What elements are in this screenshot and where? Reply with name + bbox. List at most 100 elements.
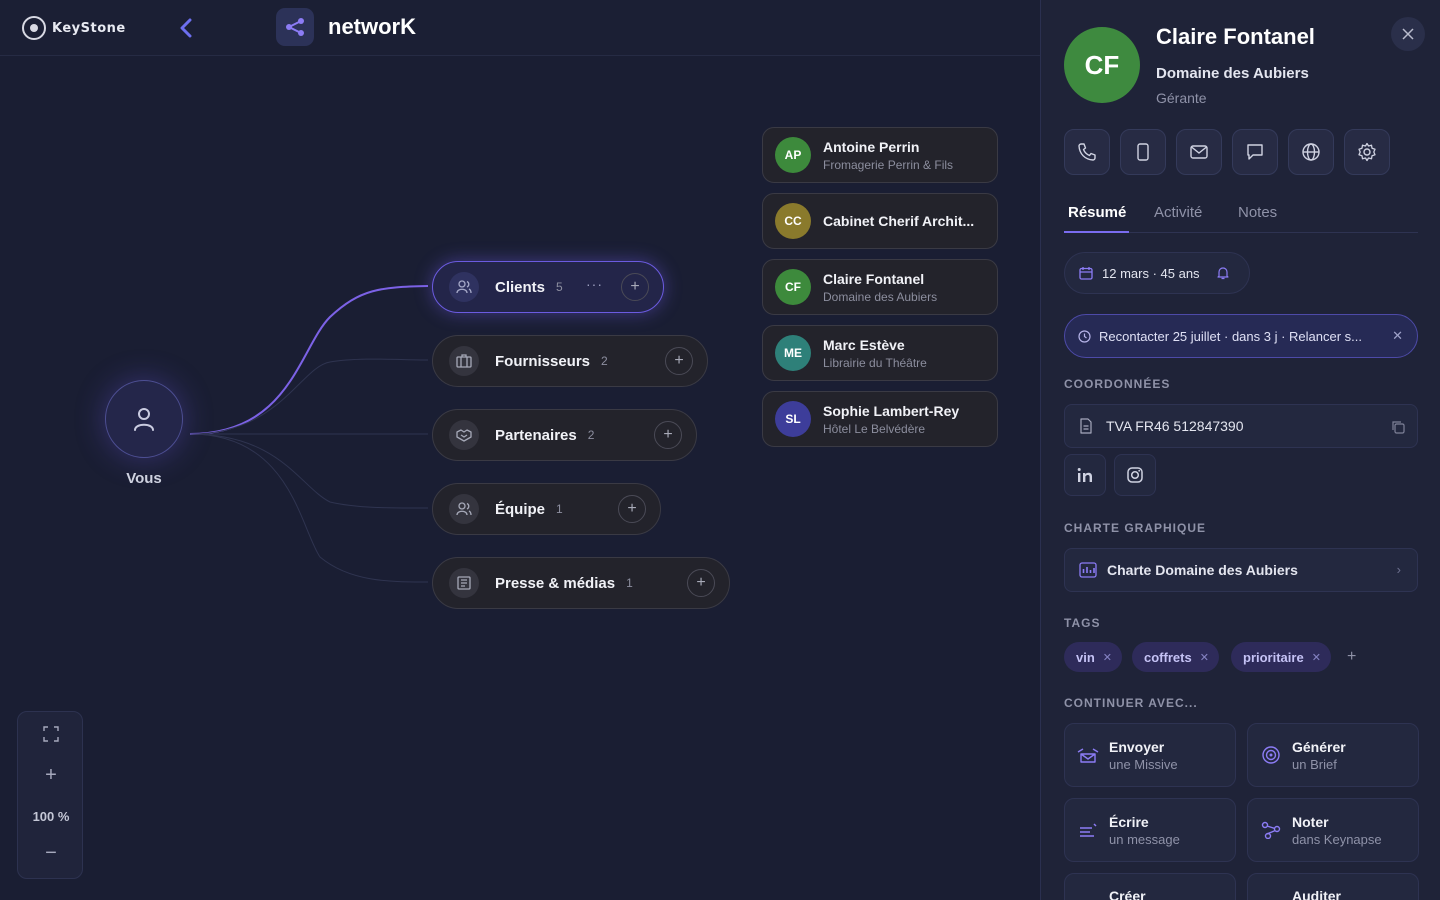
message-button[interactable] [1232,129,1278,175]
add-button[interactable]: + [621,273,649,301]
remove-tag-icon[interactable]: ✕ [1103,651,1112,664]
remove-tag-icon[interactable]: ✕ [1200,651,1209,664]
action-sub: un Brief [1292,756,1337,772]
group-fournisseurs[interactable]: Fournisseurs 2 + [432,335,708,387]
client-card-marc-esteve[interactable]: ME Marc Estève Librairie du Théâtre [762,325,998,381]
tag-vin[interactable]: vin ✕ [1064,642,1123,672]
tab-resume[interactable]: Résumé [1068,204,1126,221]
section-charte: CHARTE GRAPHIQUE [1064,521,1207,535]
mobile-button[interactable] [1120,129,1166,175]
card-text: Sophie Lambert-Rey Hôtel Le Belvédère [823,403,959,436]
add-button[interactable]: + [618,495,646,523]
action-noter-keynapse[interactable]: Noter dans Keynapse [1247,798,1419,862]
group-equipe[interactable]: Équipe 1 + [432,483,661,535]
user-icon [134,408,154,431]
app-title: networK [328,14,416,39]
tab-activite[interactable]: Activité [1154,204,1202,221]
zoom-controls: + 100 % − [17,711,83,879]
action-text: Noter dans Keynapse [1292,814,1382,847]
client-company: Fromagerie Perrin & Fils [823,157,954,172]
add-button[interactable]: + [654,421,682,449]
linkedin-button[interactable] [1064,454,1106,496]
action-generer-brief[interactable]: Générer un Brief [1247,723,1419,787]
avatar: CC [775,203,811,239]
zoom-out-button[interactable]: − [18,842,84,865]
group-partenaires[interactable]: Partenaires 2 + [432,409,697,461]
logo-text: KeyStone [52,20,126,36]
action-title: Auditer [1292,888,1341,900]
section-coordonnees: COORDONNÉES [1064,377,1171,391]
back-button[interactable] [174,14,198,42]
close-icon [1402,28,1414,40]
group-label: Clients [495,278,546,296]
zoom-in-button[interactable]: + [18,764,84,787]
section-tags: TAGS [1064,616,1101,630]
action-text: Créer [1109,888,1146,900]
client-card-claire-fontanel[interactable]: CF Claire Fontanel Domaine des Aubiers [762,259,998,315]
write-icon [1077,819,1099,841]
instagram-button[interactable] [1114,454,1156,496]
action-text: Envoyer une Missive [1109,739,1178,772]
reminder-pill[interactable]: Recontacter 25 juillet · dans 3 j · Rela… [1064,314,1418,358]
remove-reminder-icon[interactable]: ✕ [1392,328,1403,344]
vat-number: TVA FR46 512847390 [1106,418,1244,434]
action-sub: un message [1109,831,1180,847]
section-continuer: CONTINUER AVEC... [1064,696,1198,710]
client-card-cabinet-cherif[interactable]: CC Cabinet Cherif Archit... [762,193,998,249]
tab-underline [1064,231,1129,233]
contact-tabs: Résumé Activité Notes [1064,200,1418,233]
audit-icon [1260,888,1282,900]
client-company: Librairie du Théâtre [823,355,927,370]
settings-button[interactable] [1344,129,1390,175]
keynapse-icon [1260,819,1282,841]
brand-chart-link[interactable]: Charte Domaine des Aubiers › [1064,548,1418,592]
group-clients[interactable]: Clients 5 ··· + [432,261,664,313]
add-button[interactable]: + [687,569,715,597]
birthday-text: 12 mars · 45 ans [1102,265,1200,281]
action-title: Écrire [1109,813,1149,830]
group-label: Fournisseurs [495,352,591,370]
fullscreen-button[interactable] [18,726,84,747]
tag-prioritaire[interactable]: prioritaire ✕ [1231,642,1331,672]
fullscreen-icon [43,726,59,742]
create-icon [1077,888,1099,900]
you-node[interactable] [105,380,183,458]
action-ecrire-message[interactable]: Écrire un message [1064,798,1236,862]
group-presse-medias[interactable]: Presse & médias 1 + [432,557,730,609]
group-count: 1 [556,502,563,516]
client-card-sophie-lambert-rey[interactable]: SL Sophie Lambert-Rey Hôtel Le Belvédère [762,391,998,447]
action-sub: dans Keynapse [1292,831,1382,847]
network-canvas[interactable]: Vous Clients 5 ··· + Fournisseurs 2 + Pa… [0,57,1040,900]
add-button[interactable]: + [665,347,693,375]
copy-icon[interactable] [1391,420,1405,434]
action-auditer[interactable]: Auditer [1247,873,1419,900]
client-card-antoine-perrin[interactable]: AP Antoine Perrin Fromagerie Perrin & Fi… [762,127,998,183]
tag-coffrets[interactable]: coffrets ✕ [1132,642,1219,672]
client-name: Claire Fontanel [823,270,925,287]
action-envoyer-missive[interactable]: Envoyer une Missive [1064,723,1236,787]
call-button[interactable] [1064,129,1110,175]
avatar: AP [775,137,811,173]
email-button[interactable] [1176,129,1222,175]
card-text: Marc Estève Librairie du Théâtre [823,337,927,370]
logo-icon [22,16,46,40]
website-button[interactable] [1288,129,1334,175]
birthday-pill[interactable]: 12 mars · 45 ans [1064,252,1250,294]
logo[interactable]: KeyStone [22,16,126,40]
action-text: Auditer [1292,888,1341,900]
tag-label: coffrets [1144,649,1192,665]
globe-icon [1302,143,1320,161]
close-button[interactable] [1391,17,1425,51]
bell-icon[interactable] [1216,266,1230,280]
contact-avatar: CF [1064,27,1140,103]
brand-chart-label: Charte Domaine des Aubiers [1107,562,1298,578]
linkedin-icon [1077,468,1092,482]
tag-label: prioritaire [1243,649,1304,665]
more-icon[interactable]: ··· [586,276,603,292]
add-tag-button[interactable]: + [1347,648,1356,666]
action-creer[interactable]: Créer [1064,873,1236,900]
remove-tag-icon[interactable]: ✕ [1312,651,1321,664]
mail-icon [1190,145,1208,159]
tab-notes[interactable]: Notes [1238,204,1277,221]
team-icon [449,494,479,524]
